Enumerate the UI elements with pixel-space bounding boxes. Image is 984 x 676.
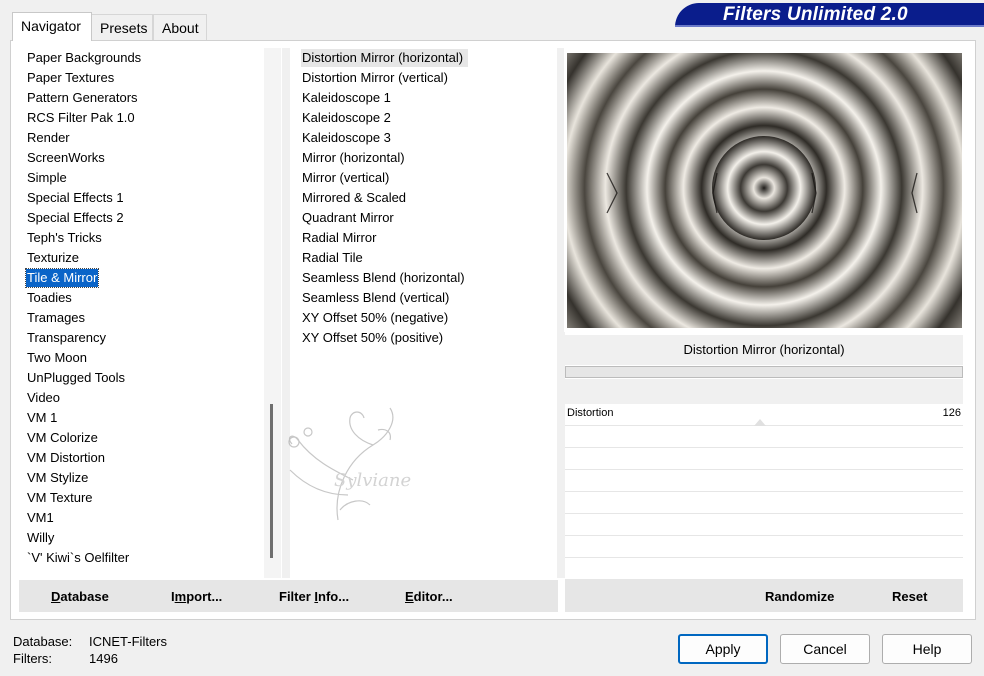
filter-item[interactable]: Mirror (vertical)	[301, 169, 390, 187]
apply-button[interactable]: Apply	[678, 634, 768, 664]
params-header	[565, 379, 963, 404]
filter-item[interactable]: Mirrored & Scaled	[301, 189, 407, 207]
import-button[interactable]: Import...	[171, 589, 222, 604]
category-item[interactable]: Special Effects 2	[26, 209, 125, 227]
tab-navigator[interactable]: Navigator	[12, 12, 92, 41]
category-item[interactable]: Transparency	[26, 329, 107, 347]
editor-button[interactable]: Editor...	[405, 589, 453, 604]
filters-count-label: Filters:	[13, 651, 52, 666]
category-item[interactable]: VM 1	[26, 409, 58, 427]
category-item[interactable]: RCS Filter Pak 1.0	[26, 109, 136, 127]
filter-item[interactable]: Kaleidoscope 2	[301, 109, 392, 127]
progress-bar	[565, 366, 963, 378]
slider-thumb	[754, 419, 766, 426]
category-item[interactable]: `V' Kiwi`s Oelfilter	[26, 549, 130, 567]
category-item[interactable]: Willy	[26, 529, 55, 547]
filter-item[interactable]: Kaleidoscope 3	[301, 129, 392, 147]
param-row-empty	[565, 558, 963, 580]
brand-title: Filters Unlimited 2.0	[723, 4, 908, 25]
param-row-empty	[565, 448, 963, 470]
selected-filter-name: Distortion Mirror (horizontal)	[565, 335, 963, 365]
category-item[interactable]: VM Distortion	[26, 449, 106, 467]
param-slider[interactable]	[565, 418, 963, 426]
category-item[interactable]: Special Effects 1	[26, 189, 125, 207]
category-item[interactable]: ScreenWorks	[26, 149, 106, 167]
watermark: Sylviane	[278, 400, 438, 530]
brand-banner: Filters Unlimited 2.0	[675, 3, 984, 27]
tab-presets[interactable]: Presets	[91, 14, 153, 40]
filter-info-button[interactable]: Filter Info...	[279, 589, 349, 604]
filter-item[interactable]: Mirror (horizontal)	[301, 149, 406, 167]
category-item[interactable]: VM Colorize	[26, 429, 99, 447]
list-actions-bar: Database Import... Filter Info... Editor…	[19, 580, 558, 612]
filter-item[interactable]: XY Offset 50% (positive)	[301, 329, 444, 347]
category-item[interactable]: Toadies	[26, 289, 73, 307]
category-item[interactable]: Paper Backgrounds	[26, 49, 142, 67]
category-item[interactable]: Texturize	[26, 249, 80, 267]
preview-image	[567, 53, 962, 328]
filter-item[interactable]: Radial Mirror	[301, 229, 377, 247]
param-row-empty	[565, 536, 963, 558]
category-item[interactable]: VM Stylize	[26, 469, 89, 487]
filter-item[interactable]: Radial Tile	[301, 249, 364, 267]
watermark-text: Sylviane	[334, 470, 412, 491]
help-button[interactable]: Help	[882, 634, 972, 664]
category-item[interactable]: Simple	[26, 169, 68, 187]
param-row-empty	[565, 514, 963, 536]
param-row-distortion[interactable]: Distortion 126	[565, 404, 963, 426]
category-item[interactable]: Pattern Generators	[26, 89, 139, 107]
preview-actions-bar: Randomize Reset	[565, 580, 963, 612]
category-item[interactable]: Render	[26, 129, 71, 147]
filter-item[interactable]: Kaleidoscope 1	[301, 89, 392, 107]
category-item[interactable]: Paper Textures	[26, 69, 115, 87]
filter-item[interactable]: XY Offset 50% (negative)	[301, 309, 449, 327]
tab-about[interactable]: About	[153, 14, 207, 40]
filters-count-value: 1496	[89, 651, 118, 666]
watermark-ornament	[288, 407, 394, 521]
reset-button[interactable]: Reset	[892, 589, 927, 604]
category-item[interactable]: UnPlugged Tools	[26, 369, 126, 387]
parameter-panel: Distortion 126	[565, 404, 963, 580]
category-list[interactable]: Paper Backgrounds Paper Textures Pattern G…	[19, 48, 282, 578]
cancel-button[interactable]: Cancel	[780, 634, 870, 664]
randomize-button[interactable]: Randomize	[765, 589, 834, 604]
category-item[interactable]: Video	[26, 389, 61, 407]
filter-item[interactable]: Distortion Mirror (horizontal)	[301, 49, 469, 67]
filter-item[interactable]: Quadrant Mirror	[301, 209, 395, 227]
category-scrollbar-thumb[interactable]	[270, 404, 273, 558]
category-item[interactable]: Two Moon	[26, 349, 88, 367]
category-item[interactable]: VM1	[26, 509, 55, 527]
preview-render	[567, 53, 962, 328]
category-item[interactable]: Tramages	[26, 309, 86, 327]
param-row-empty	[565, 492, 963, 514]
database-label: Database:	[13, 634, 73, 649]
param-row-empty	[565, 426, 963, 448]
param-row-empty	[565, 470, 963, 492]
filter-item[interactable]: Distortion Mirror (vertical)	[301, 69, 449, 87]
category-item[interactable]: VM Texture	[26, 489, 94, 507]
category-item[interactable]: Teph's Tricks	[26, 229, 103, 247]
filter-item[interactable]: Seamless Blend (vertical)	[301, 289, 450, 307]
database-value: ICNET-Filters	[89, 634, 167, 649]
category-item[interactable]: Tile & Mirror	[24, 268, 100, 288]
database-button[interactable]: Database	[51, 589, 109, 604]
filter-item[interactable]: Seamless Blend (horizontal)	[301, 269, 466, 287]
